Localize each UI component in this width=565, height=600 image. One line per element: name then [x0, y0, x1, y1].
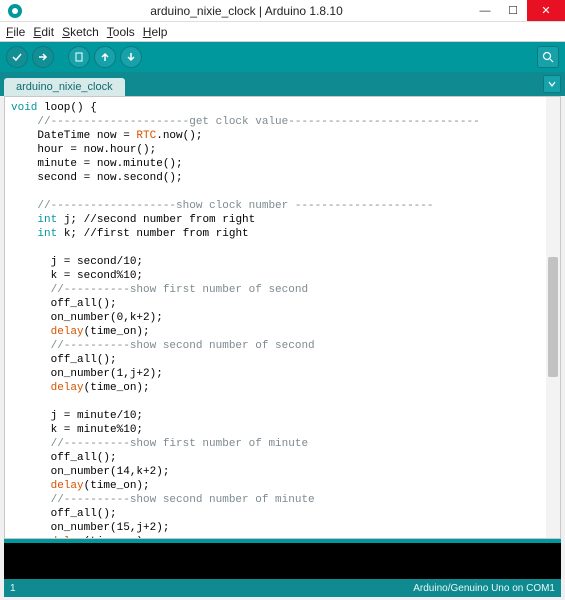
menu-sketch[interactable]: Sketch: [62, 25, 99, 39]
save-button[interactable]: [120, 46, 142, 68]
arrow-down-icon: [126, 52, 136, 62]
code-editor[interactable]: void loop() { //---------------------get…: [5, 97, 546, 538]
tab-strip: arduino_nixie_clock: [0, 72, 565, 96]
menu-edit[interactable]: Edit: [33, 25, 54, 39]
menu-bar: File Edit Sketch Tools Help: [0, 22, 565, 42]
file-icon: [74, 52, 84, 62]
menu-file[interactable]: File: [6, 25, 25, 39]
editor-scrollbar[interactable]: [546, 97, 560, 538]
check-icon: [12, 52, 22, 62]
magnifier-icon: [542, 51, 554, 63]
scrollbar-thumb[interactable]: [548, 257, 558, 377]
editor-area: void loop() { //---------------------get…: [4, 96, 561, 539]
close-button[interactable]: ✕: [527, 0, 565, 21]
tab-menu-button[interactable]: [543, 75, 561, 93]
maximize-button[interactable]: ☐: [499, 0, 527, 21]
serial-monitor-button[interactable]: [537, 46, 559, 68]
title-bar: arduino_nixie_clock | Arduino 1.8.10 — ☐…: [0, 0, 565, 22]
arrow-right-icon: [38, 52, 48, 62]
tab-sketch[interactable]: arduino_nixie_clock: [4, 78, 125, 96]
status-bar: 1 Arduino/Genuino Uno on COM1: [4, 579, 561, 597]
new-button[interactable]: [68, 46, 90, 68]
status-board-port: Arduino/Genuino Uno on COM1: [413, 583, 555, 594]
upload-button[interactable]: [32, 46, 54, 68]
minimize-button[interactable]: —: [471, 0, 499, 21]
toolbar: [0, 42, 565, 72]
arrow-up-icon: [100, 52, 110, 62]
arduino-app-icon: [8, 4, 22, 18]
chevron-down-icon: [548, 80, 556, 88]
window-controls: — ☐ ✕: [471, 0, 565, 21]
status-line-number: 1: [10, 583, 16, 594]
menu-help[interactable]: Help: [143, 25, 168, 39]
console-output[interactable]: [4, 543, 561, 579]
menu-tools[interactable]: Tools: [107, 25, 135, 39]
window-title: arduino_nixie_clock | Arduino 1.8.10: [22, 4, 471, 18]
verify-button[interactable]: [6, 46, 28, 68]
open-button[interactable]: [94, 46, 116, 68]
